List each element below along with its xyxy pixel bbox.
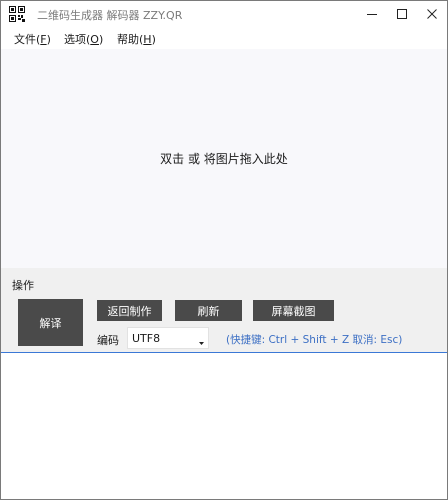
decode-result-textarea[interactable]: [1, 352, 447, 499]
menu-help[interactable]: 帮助(H): [117, 31, 156, 47]
menu-options[interactable]: 选项(O): [64, 31, 103, 47]
menu-help-label-end: ): [151, 33, 156, 46]
shortcut-hint: (快捷键: Ctrl + Shift + Z 取消: Esc): [226, 334, 403, 346]
refresh-button[interactable]: 刷新: [175, 300, 242, 321]
operations-label: 操作: [12, 279, 34, 292]
app-window: 二维码生成器 解码器 ZZY.QR 文件(F) 选项(O) 帮助(H) 双击 或…: [0, 0, 448, 500]
encoding-label: 编码: [97, 334, 119, 347]
menu-help-accelerator: H: [143, 33, 152, 46]
decode-button[interactable]: 解译: [18, 299, 83, 346]
maximize-icon: [397, 9, 407, 19]
menu-options-label: 选项(: [64, 33, 91, 46]
maximize-button[interactable]: [387, 1, 417, 27]
title-bar[interactable]: 二维码生成器 解码器 ZZY.QR: [1, 1, 447, 27]
screenshot-button[interactable]: 屏幕截图: [253, 300, 334, 321]
qr-code-icon: [9, 6, 25, 22]
menu-options-accelerator: O: [90, 33, 99, 46]
window-title: 二维码生成器 解码器 ZZY.QR: [37, 9, 183, 22]
close-icon: [427, 9, 437, 19]
menu-help-label: 帮助(: [117, 33, 144, 46]
menu-file-label-end: ): [46, 33, 51, 46]
encoding-select[interactable]: UTF8: [127, 327, 209, 349]
drop-hint: 双击 或 将图片拖入此处: [160, 152, 288, 166]
operations-panel: 操作 解译 返回制作 刷新 屏幕截图 编码 UTF8 (快捷键: Ctrl + …: [1, 268, 447, 352]
minimize-button[interactable]: [357, 1, 387, 27]
menu-file-label: 文件(: [14, 33, 41, 46]
image-drop-area[interactable]: 双击 或 将图片拖入此处: [1, 49, 447, 268]
menu-file[interactable]: 文件(F): [14, 31, 51, 47]
minimize-icon: [367, 9, 377, 19]
back-to-generate-button[interactable]: 返回制作: [97, 300, 162, 321]
menu-bar: 文件(F) 选项(O) 帮助(H): [1, 28, 447, 48]
dropdown-arrow-icon: [198, 336, 205, 345]
menu-options-label-end: ): [98, 33, 104, 46]
encoding-value: UTF8: [132, 332, 161, 345]
close-button[interactable]: [417, 1, 447, 27]
